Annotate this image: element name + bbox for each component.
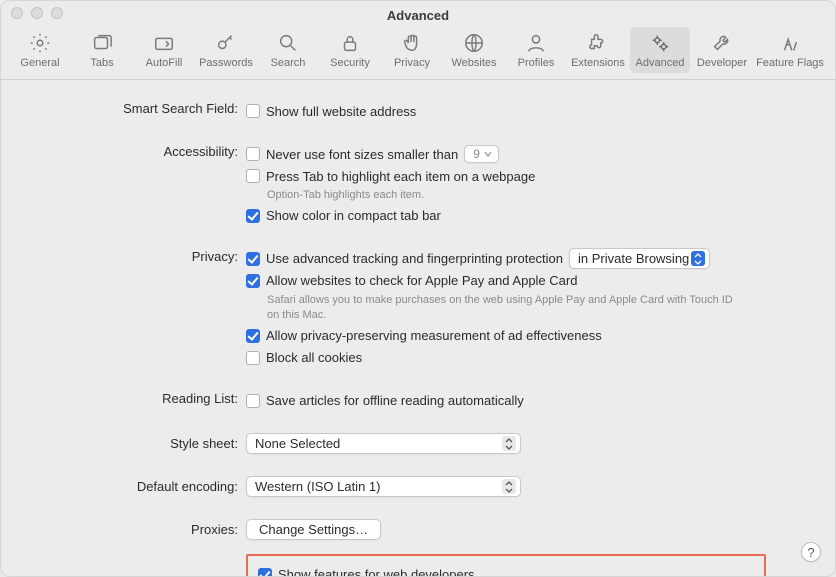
tab-label: Privacy <box>394 57 430 69</box>
tab-label: Search <box>271 57 306 69</box>
tab-advanced[interactable]: Advanced <box>630 27 690 73</box>
flags-icon <box>779 31 801 55</box>
tab-general[interactable]: General <box>10 27 70 73</box>
minimize-button[interactable] <box>31 7 43 19</box>
checkbox-privacy-measure[interactable] <box>246 329 260 343</box>
zoom-button[interactable] <box>51 7 63 19</box>
hint-apple-pay: Safari allows you to make purchases on t… <box>267 293 737 323</box>
select-default-encoding[interactable]: Western (ISO Latin 1) <box>246 476 521 497</box>
tab-developer[interactable]: Developer <box>692 27 752 73</box>
hint-option-tab: Option-Tab highlights each item. <box>267 188 766 203</box>
tab-profiles[interactable]: Profiles <box>506 27 566 73</box>
tab-label: Websites <box>451 57 496 69</box>
checkbox-label: Show full website address <box>266 104 416 119</box>
toolbar: General Tabs AutoFill Passwords Search S… <box>1 23 835 80</box>
section-label-proxies: Proxies: <box>21 519 246 537</box>
checkbox-label: Allow websites to check for Apple Pay an… <box>266 273 577 288</box>
tab-security[interactable]: Security <box>320 27 380 73</box>
tab-label: Profiles <box>518 57 555 69</box>
highlight-box: Show features for web developers <box>246 554 766 577</box>
gears-icon <box>649 31 671 55</box>
wrench-icon <box>711 31 733 55</box>
button-change-proxy-settings[interactable]: Change Settings… <box>246 519 381 540</box>
checkbox-label: Save articles for offline reading automa… <box>266 393 524 408</box>
checkbox-label: Use advanced tracking and fingerprinting… <box>266 251 563 266</box>
checkbox-label: Show features for web developers <box>278 567 475 577</box>
help-button[interactable]: ? <box>801 542 821 562</box>
checkbox-label: Show color in compact tab bar <box>266 208 441 223</box>
section-label-smart-search: Smart Search Field: <box>21 100 246 116</box>
tab-label: Security <box>330 57 370 69</box>
checkbox-press-tab[interactable] <box>246 169 260 183</box>
section-label-accessibility: Accessibility: <box>21 143 246 159</box>
section-label-privacy: Privacy: <box>21 248 246 264</box>
preferences-window: Advanced General Tabs AutoFill Passwords… <box>0 0 836 577</box>
tab-search[interactable]: Search <box>258 27 318 73</box>
tab-label: Passwords <box>199 57 253 69</box>
section-label-style-sheet: Style sheet: <box>21 433 246 451</box>
tab-tabs[interactable]: Tabs <box>72 27 132 73</box>
tab-label: Extensions <box>571 57 625 69</box>
checkbox-block-cookies[interactable] <box>246 351 260 365</box>
checkbox-label: Never use font sizes smaller than <box>266 147 458 162</box>
checkbox-label: Press Tab to highlight each item on a we… <box>266 169 535 184</box>
checkbox-show-full-address[interactable] <box>246 104 260 118</box>
checkbox-save-offline[interactable] <box>246 394 260 408</box>
content-area: Smart Search Field: Show full website ad… <box>1 80 835 577</box>
tab-autofill[interactable]: AutoFill <box>134 27 194 73</box>
tabs-icon <box>91 31 113 55</box>
tab-feature-flags[interactable]: Feature Flags <box>754 27 826 73</box>
pencil-icon <box>153 31 175 55</box>
window-controls <box>11 7 63 19</box>
tab-label: Advanced <box>636 57 685 69</box>
person-icon <box>525 31 547 55</box>
select-min-font-size[interactable]: 9 <box>464 145 499 163</box>
tab-extensions[interactable]: Extensions <box>568 27 628 73</box>
checkbox-label: Block all cookies <box>266 350 362 365</box>
section-label-reading-list: Reading List: <box>21 390 246 406</box>
tab-privacy[interactable]: Privacy <box>382 27 442 73</box>
checkbox-label: Allow privacy-preserving measurement of … <box>266 328 602 343</box>
checkbox-advanced-tracking[interactable] <box>246 252 260 266</box>
tab-label: General <box>20 57 59 69</box>
checkbox-show-color-tab[interactable] <box>246 209 260 223</box>
tab-label: Developer <box>697 57 747 69</box>
titlebar: Advanced <box>1 1 835 23</box>
tab-label: AutoFill <box>146 57 183 69</box>
checkbox-show-developer-features[interactable] <box>258 568 272 577</box>
puzzle-icon <box>587 31 609 55</box>
gear-icon <box>29 31 51 55</box>
checkbox-min-font-size[interactable] <box>246 147 260 161</box>
checkbox-apple-pay[interactable] <box>246 274 260 288</box>
globe-icon <box>463 31 485 55</box>
window-title: Advanced <box>387 8 449 23</box>
search-icon <box>277 31 299 55</box>
lock-icon <box>339 31 361 55</box>
tab-websites[interactable]: Websites <box>444 27 504 73</box>
select-tracking-scope[interactable]: in Private Browsing <box>569 248 710 269</box>
tab-passwords[interactable]: Passwords <box>196 27 256 73</box>
section-label-default-encoding: Default encoding: <box>21 476 246 494</box>
tab-label: Feature Flags <box>756 57 824 69</box>
close-button[interactable] <box>11 7 23 19</box>
key-icon <box>215 31 237 55</box>
hand-icon <box>401 31 423 55</box>
tab-label: Tabs <box>90 57 113 69</box>
select-style-sheet[interactable]: None Selected <box>246 433 521 454</box>
